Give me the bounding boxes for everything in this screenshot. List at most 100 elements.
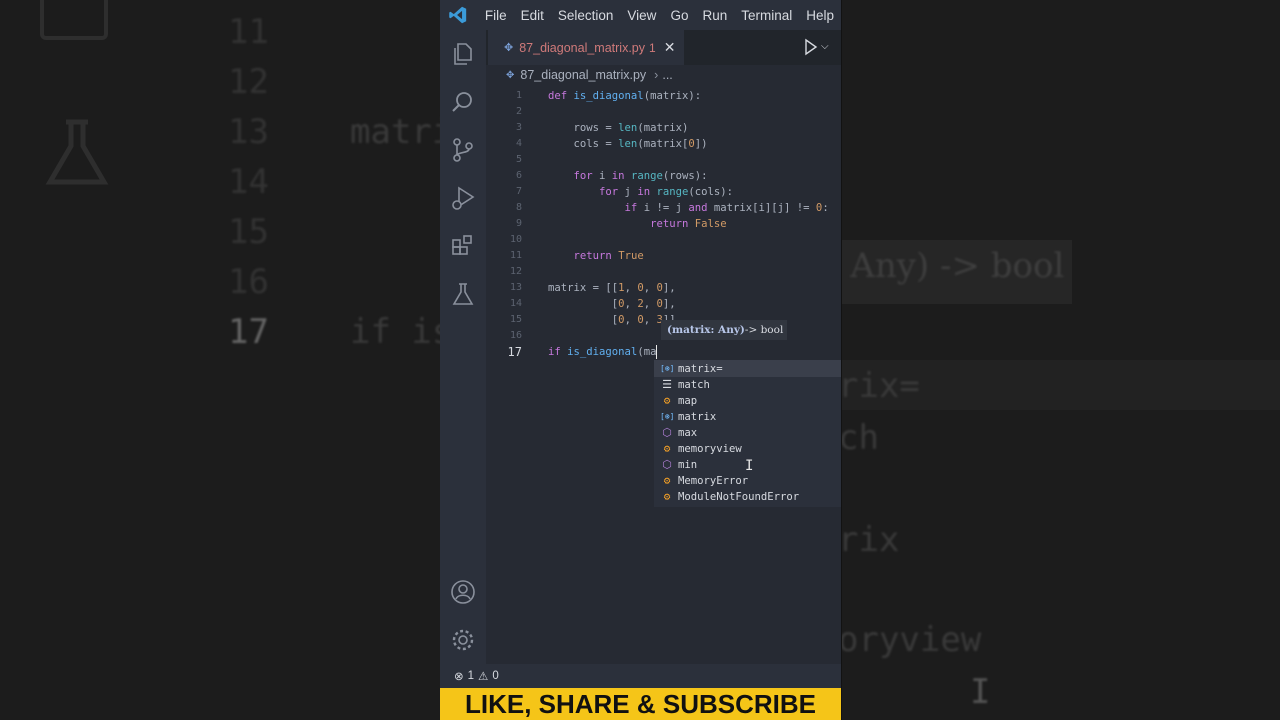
menu-file[interactable]: File: [478, 8, 514, 23]
extensions-icon[interactable]: [449, 232, 477, 260]
bg-line-number: 17: [228, 312, 269, 352]
suggestion-label: matrix=: [678, 363, 723, 375]
vscode-logo-icon: [449, 6, 467, 24]
python-file-icon: ✥: [504, 41, 514, 54]
banner-text: LIKE, SHARE & SUBSCRIBE: [464, 688, 817, 719]
suggestion-item[interactable]: ⚙ MemoryError: [654, 473, 841, 489]
code-text: [0, 2, 0],: [548, 298, 676, 310]
code-text: cols = len(matrix[0]): [548, 138, 708, 150]
tab-label: 87_diagonal_matrix.py: [519, 40, 645, 55]
tab-bar: ✥ 87_diagonal_matrix.py 1 ✕: [486, 30, 841, 65]
blurred-background-right: : Any) -> bool rix= ch rix oryview I: [842, 0, 1280, 720]
suggestion-label: max: [678, 427, 698, 439]
line-number: 12: [509, 266, 522, 277]
menu-help[interactable]: Help: [799, 8, 841, 23]
mouse-ibeam-cursor-icon: I: [745, 458, 754, 474]
menu-go[interactable]: Go: [663, 8, 695, 23]
search-icon[interactable]: [449, 88, 477, 116]
bg-line-number: 12: [228, 62, 269, 102]
bg-suggest-text: ch: [842, 418, 879, 458]
line-number: 6: [515, 170, 522, 181]
menu-selection[interactable]: Selection: [551, 8, 621, 23]
suggestion-item[interactable]: ⚙ ModuleNotFoundError: [654, 489, 841, 505]
breadcrumb-chevron-icon: ›: [654, 68, 659, 82]
suggestion-item[interactable]: ⚙ memoryview: [654, 441, 841, 457]
signature-return: -> bool: [744, 324, 784, 336]
menu-terminal[interactable]: Terminal: [734, 8, 799, 23]
breadcrumb: ✥ 87_diagonal_matrix.py › ...: [506, 68, 673, 82]
code-line[interactable]: 2: [486, 104, 841, 120]
suggestion-label: map: [678, 395, 698, 407]
suggestion-label: min: [678, 459, 698, 471]
suggestion-item[interactable]: [⊛] matrix: [654, 409, 841, 425]
title-bar: File Edit Selection View Go Run Terminal…: [440, 0, 841, 30]
warning-icon: ⚠: [478, 671, 489, 683]
code-line[interactable]: 17 if is_diagonal(ma: [486, 344, 841, 360]
blurred-background-left: 11 12 13 14 15 16 17 matrix if is: [0, 0, 440, 720]
signature-help-popup: (matrix: Any) -> bool: [661, 320, 787, 340]
code-line[interactable]: 14 [0, 2, 0],: [486, 296, 841, 312]
code-text: if is_diagonal(ma: [548, 345, 658, 359]
explorer-icon[interactable]: [449, 40, 477, 68]
run-python-file-button[interactable]: [804, 38, 818, 56]
bg-line-number: 16: [228, 262, 269, 302]
code-line[interactable]: 6 for i in range(rows):: [486, 168, 841, 184]
function-icon: ⚙: [663, 490, 671, 503]
code-line[interactable]: 7 for j in range(cols):: [486, 184, 841, 200]
run-debug-icon[interactable]: [449, 184, 477, 212]
code-line[interactable]: 13 matrix = [[1, 0, 0],: [486, 280, 841, 296]
problems-indicator[interactable]: ⊗ 1 ⚠ 0: [454, 669, 499, 683]
line-number: 17: [507, 345, 522, 359]
tab-diagonal-matrix[interactable]: ✥ 87_diagonal_matrix.py 1 ✕: [488, 30, 684, 65]
suggestion-label: MemoryError: [678, 475, 749, 487]
code-line[interactable]: 12: [486, 264, 841, 280]
code-line[interactable]: 1 def is_diagonal(matrix):: [486, 88, 841, 104]
suggestion-item[interactable]: [⊛] matrix=: [654, 361, 841, 377]
suggestion-item[interactable]: ⚙ map: [654, 393, 841, 409]
code-text: rows = len(matrix): [548, 122, 689, 134]
code-text: return False: [650, 218, 727, 230]
suggestion-item[interactable]: ☰ match: [654, 377, 841, 393]
code-line[interactable]: 3 rows = len(matrix): [486, 120, 841, 136]
suggestion-label: matrix: [678, 411, 717, 423]
suggestion-label: memoryview: [678, 443, 742, 455]
code-line[interactable]: 9 return False: [486, 216, 841, 232]
code-line[interactable]: 5: [486, 152, 841, 168]
testing-flask-icon[interactable]: [449, 280, 477, 308]
suggestion-label: match: [678, 379, 710, 391]
activity-bar: [440, 30, 486, 664]
tab-problem-count: 1: [649, 40, 656, 55]
menu-edit[interactable]: Edit: [514, 8, 551, 23]
bg-line-number: 15: [228, 212, 269, 252]
bg-extensions-icon: [40, 0, 108, 40]
bg-code-text: if is: [350, 312, 440, 352]
text-cursor: [656, 345, 658, 359]
code-line[interactable]: 4 cols = len(matrix[0]): [486, 136, 841, 152]
code-text: matrix = [[1, 0, 0],: [548, 282, 676, 294]
vscode-window: File Edit Selection View Go Run Terminal…: [440, 0, 841, 720]
bg-suggest-text: rix=: [842, 366, 920, 406]
code-line[interactable]: 8 if i != j and matrix[i][j] != 0:: [486, 200, 841, 216]
suggestion-label: ModuleNotFoundError: [678, 491, 800, 503]
tab-close-icon[interactable]: ✕: [664, 40, 676, 56]
code-line[interactable]: 10: [486, 232, 841, 248]
line-number: 7: [515, 186, 522, 197]
source-control-icon[interactable]: [449, 136, 477, 164]
bg-line-number: 14: [228, 162, 269, 202]
settings-gear-icon[interactable]: [449, 626, 477, 654]
run-dropdown-chevron-icon[interactable]: ⌵: [821, 41, 829, 52]
breadcrumb-more[interactable]: ...: [662, 68, 672, 82]
code-line[interactable]: 11 return True: [486, 248, 841, 264]
autocomplete-suggest-widget: [⊛] matrix= ☰ match ⚙ map [⊛] matrix ⬡ max ⚙ memory…: [654, 360, 841, 507]
menu-run[interactable]: Run: [695, 8, 734, 23]
code-text: for j in range(cols):: [599, 186, 734, 198]
line-number: 3: [515, 122, 522, 133]
signature-param: (matrix: Any): [667, 324, 745, 336]
code-text: for i in range(rows):: [573, 170, 708, 182]
breadcrumb-file[interactable]: 87_diagonal_matrix.py: [520, 68, 646, 82]
accounts-icon[interactable]: [449, 578, 477, 606]
line-number: 14: [509, 298, 522, 309]
menu-view[interactable]: View: [620, 8, 663, 23]
class-icon: ⬡: [662, 426, 672, 439]
suggestion-item[interactable]: ⬡ max: [654, 425, 841, 441]
